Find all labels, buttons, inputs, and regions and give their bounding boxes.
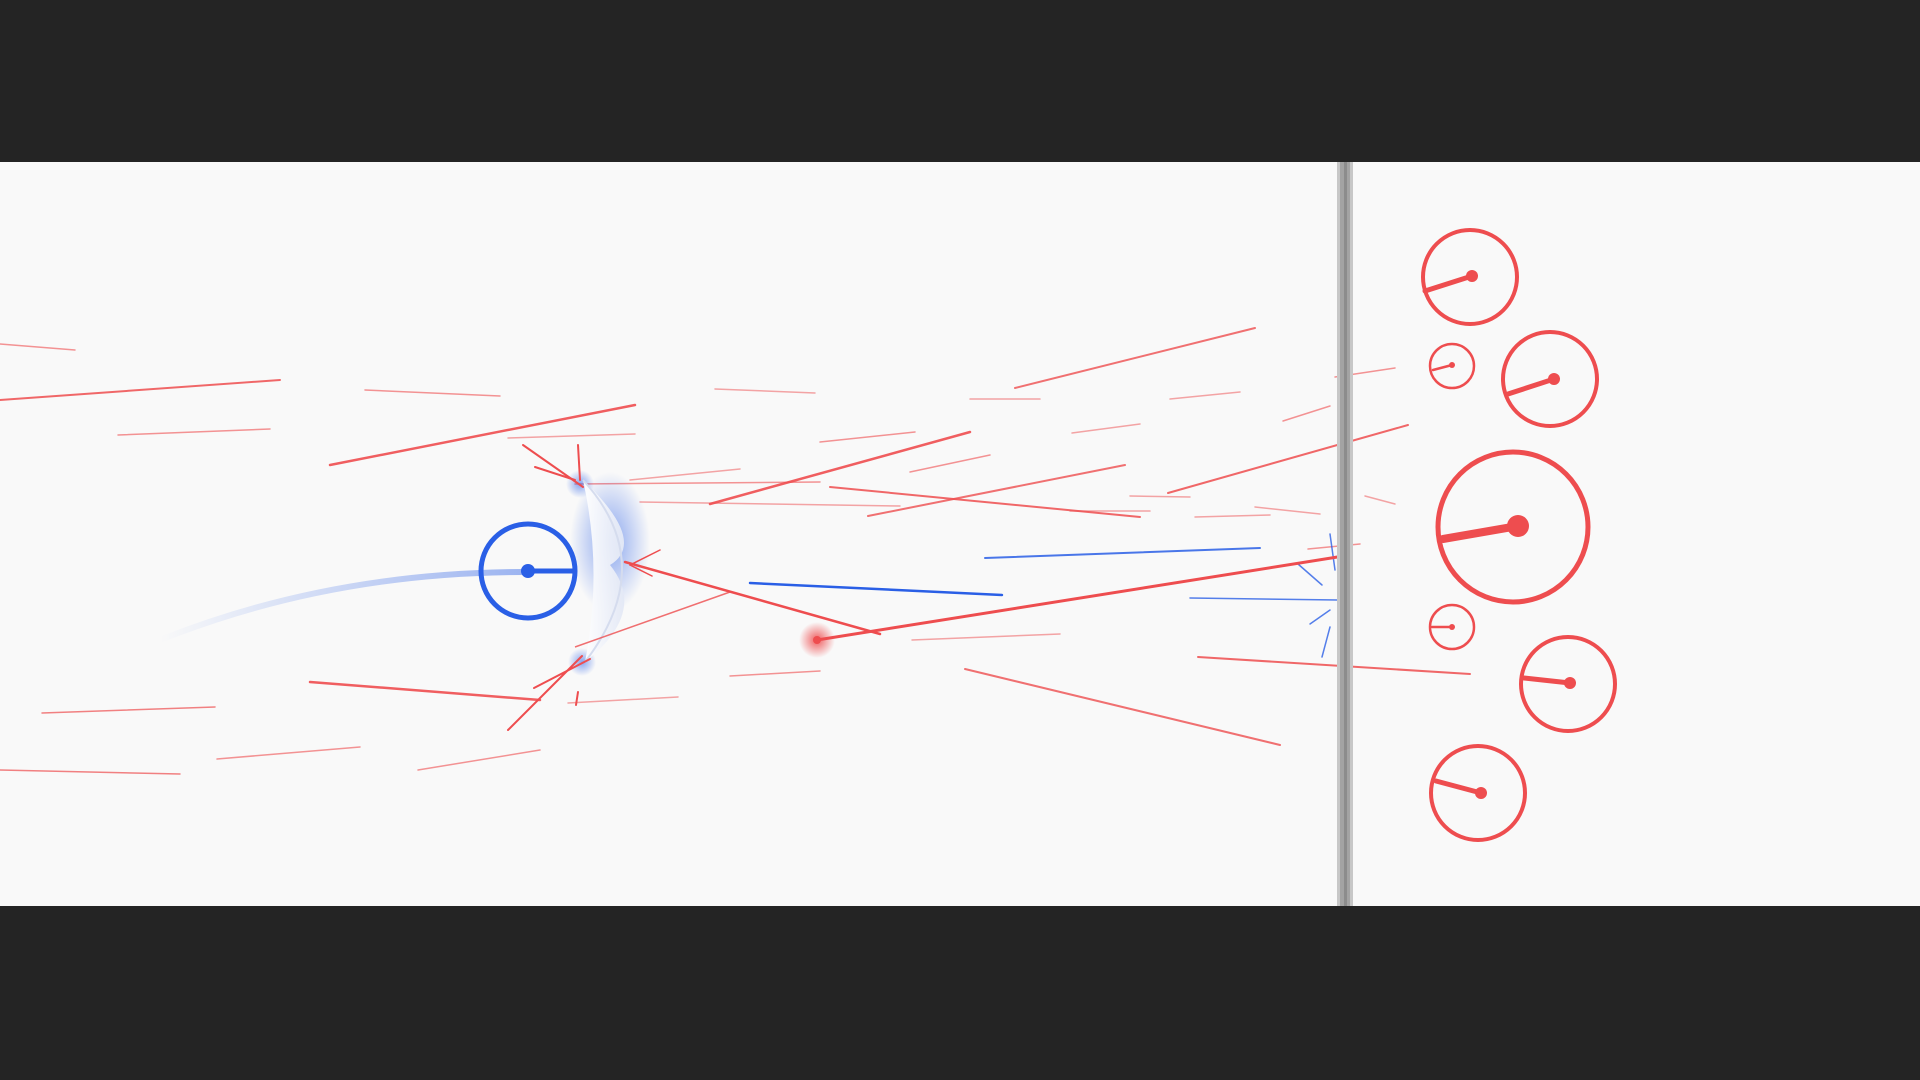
game-canvas[interactable] xyxy=(0,162,1920,906)
enemy-bullet xyxy=(813,636,821,644)
player-core xyxy=(521,564,535,578)
top-letterbox xyxy=(0,0,1920,162)
enemy-group xyxy=(1421,228,1617,842)
vertical-barrier xyxy=(1337,162,1353,906)
bottom-letterbox xyxy=(0,906,1920,1080)
enemy-unit[interactable] xyxy=(1428,603,1476,651)
deflected-projectiles xyxy=(748,533,1339,658)
enemy-projectile-incoming xyxy=(623,560,882,636)
enemy-bullet-tail xyxy=(815,553,1352,642)
player-motion-trail xyxy=(157,569,528,643)
enemy-unit[interactable] xyxy=(1501,330,1599,428)
game-arena[interactable] xyxy=(0,162,1920,906)
enemy-unit[interactable] xyxy=(1428,342,1476,390)
enemy-unit[interactable] xyxy=(1519,635,1617,733)
enemy-unit[interactable] xyxy=(1421,228,1519,326)
enemy-unit[interactable] xyxy=(1435,449,1591,605)
enemy-projectile-streaks xyxy=(0,327,1471,775)
enemy-unit[interactable] xyxy=(1429,744,1527,842)
